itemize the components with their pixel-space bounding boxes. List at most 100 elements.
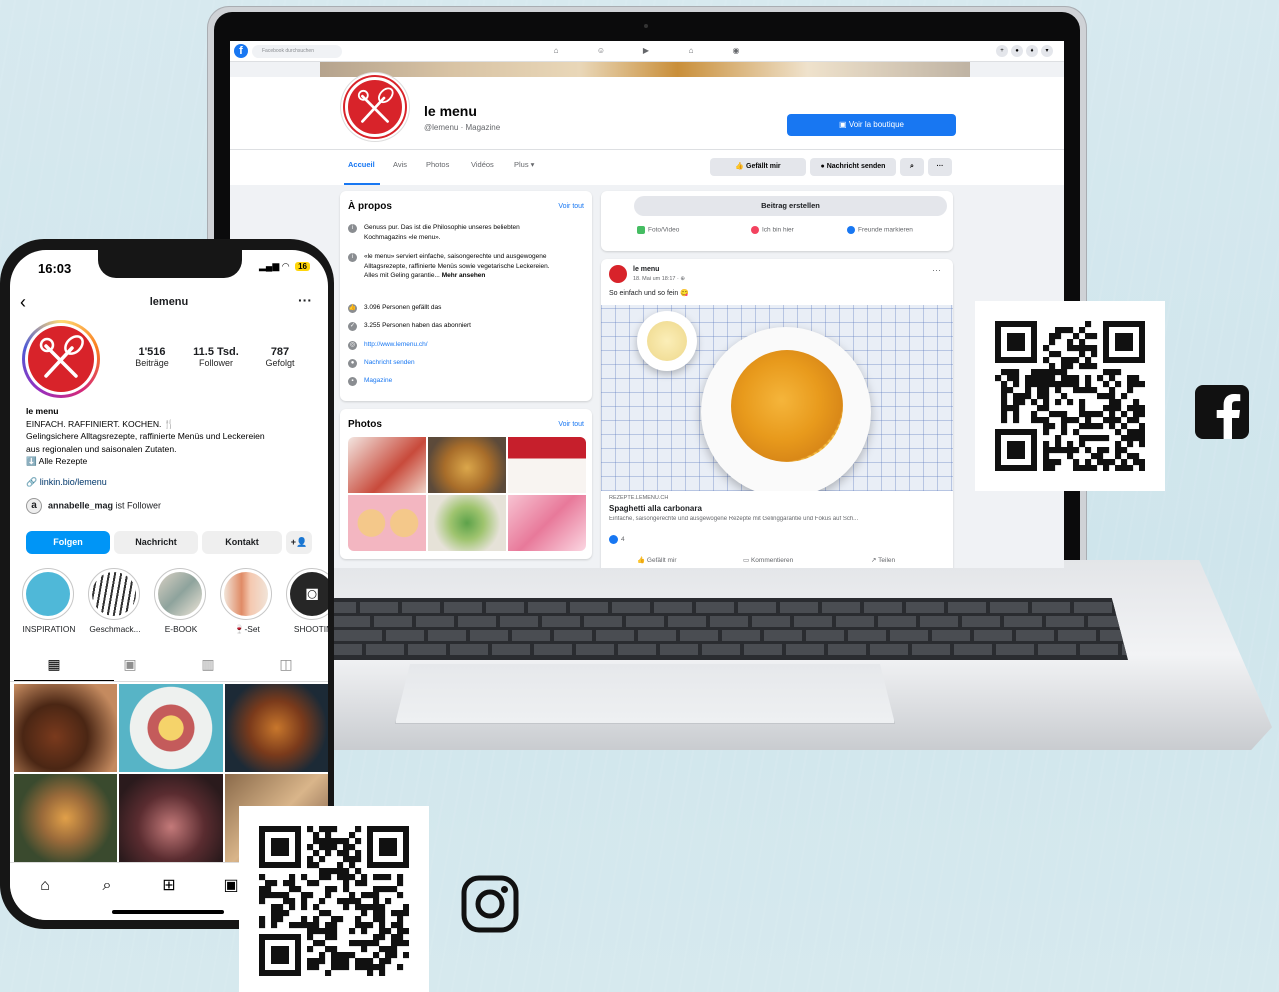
post-author[interactable]: le menu: [633, 266, 659, 273]
suggested-users-button[interactable]: +👤: [286, 531, 312, 554]
post-comment-button[interactable]: ▭ Kommentieren: [743, 556, 793, 564]
notifications-icon[interactable]: ♦: [1026, 45, 1038, 57]
tab-reviews[interactable]: Avis: [393, 160, 407, 169]
photo-thumbnail[interactable]: [428, 495, 506, 551]
tab-videos[interactable]: Vidéos: [471, 160, 494, 169]
post-thumbnail[interactable]: [119, 774, 223, 862]
grid-icon[interactable]: ▦: [44, 654, 64, 674]
photo-thumbnail[interactable]: [428, 437, 506, 493]
photo-thumbnail[interactable]: [508, 437, 586, 493]
about-row[interactable]: ● Nachricht senden: [348, 358, 560, 368]
bio-line: aus regionalen und saisonalen Zutaten.: [26, 443, 177, 454]
profile-avatar[interactable]: [22, 320, 100, 398]
stat-following[interactable]: 787 Gefolgt: [250, 346, 310, 368]
stat-followers[interactable]: 11.5 Tsd. Follower: [186, 346, 246, 368]
link-title[interactable]: Spaghetti alla carbonara: [609, 504, 702, 513]
highlight-wine-set[interactable]: 🍷-Set: [220, 568, 274, 635]
follower-avatar: a: [26, 498, 42, 514]
stat-posts[interactable]: 1'516 Beiträge: [122, 346, 182, 368]
profile-link[interactable]: 🔗 linkin.bio/lemenu: [26, 477, 107, 488]
post-thumbnail[interactable]: [14, 774, 118, 862]
add-post-icon[interactable]: ⊞: [158, 875, 180, 897]
post-thumbnail[interactable]: [224, 684, 328, 772]
facebook-qr-code[interactable]: [995, 321, 1145, 471]
tab-more[interactable]: Plus ▾: [514, 160, 534, 169]
profile-username: lemenu: [149, 296, 189, 308]
home-icon[interactable]: ⌂: [34, 875, 56, 897]
search-icon[interactable]: ⌕: [96, 875, 118, 897]
facebook-qr-code-card: [975, 301, 1165, 491]
contact-button[interactable]: Kontakt: [202, 531, 282, 554]
groups-icon[interactable]: ◉: [731, 46, 741, 56]
facebook-logo-icon[interactable]: f: [234, 44, 248, 58]
shop-button[interactable]: ▣ Voir la boutique: [787, 114, 956, 136]
bio-name: le menu: [26, 406, 59, 416]
photos-see-all-link[interactable]: Voir tout: [558, 421, 584, 428]
photo-thumbnail[interactable]: [348, 495, 426, 551]
highlight-geschmack[interactable]: Geschmack...: [88, 568, 142, 634]
photo-video-button[interactable]: Foto/Video: [637, 226, 679, 234]
home-icon[interactable]: ⌂: [551, 46, 561, 56]
about-row[interactable]: ▪ Magazine: [348, 376, 560, 386]
search-input[interactable]: Facebook durchsuchen: [252, 45, 342, 58]
post-share-button[interactable]: ↗ Teilen: [871, 556, 895, 564]
reactions-count[interactable]: 4: [609, 535, 625, 544]
tag-friends-button[interactable]: Freunde markieren: [847, 226, 913, 234]
highlight-inspiration[interactable]: INSPIRATION: [22, 568, 76, 634]
menu-icon[interactable]: +: [996, 45, 1008, 57]
instagram-qr-code[interactable]: [259, 826, 409, 976]
followed-by[interactable]: a annabelle_mag ist Follower: [26, 498, 161, 514]
about-row[interactable]: ◎ http://www.lemenu.ch/: [348, 340, 560, 350]
page-avatar[interactable]: [341, 73, 409, 141]
more-options-icon[interactable]: ···: [298, 292, 312, 308]
post-like-button[interactable]: 👍 Gefällt mir: [637, 556, 677, 564]
more-options-icon[interactable]: ···: [928, 158, 952, 176]
laptop-keyboard: [318, 598, 1128, 660]
category-icon: ▪: [348, 377, 357, 386]
camera-icon: ◙: [290, 572, 328, 616]
about-row: 👍 3.096 Personen gefällt das: [348, 304, 442, 313]
search-icon[interactable]: ⌕: [900, 158, 924, 176]
message-button[interactable]: Nachricht: [114, 531, 198, 554]
post-thumbnail[interactable]: [119, 684, 223, 772]
about-row: i Genuss pur. Das ist die Philosophie un…: [348, 223, 560, 242]
tab-photos[interactable]: Photos: [426, 160, 449, 169]
instagram-logo-icon[interactable]: [461, 875, 519, 933]
whisk-logo-icon: [357, 87, 394, 123]
post-options-icon[interactable]: ···: [932, 265, 941, 275]
cheese-bowl: [637, 311, 697, 371]
check-in-button[interactable]: Ich bin hier: [751, 226, 794, 234]
facebook-logo-icon[interactable]: [1195, 385, 1249, 439]
about-row: ✓ 3.255 Personen haben das abonniert: [348, 322, 471, 331]
like-page-button[interactable]: 👍 Gefällt mir: [710, 158, 806, 176]
post-image[interactable]: [601, 305, 953, 491]
phone-notch: [98, 250, 242, 278]
send-message-button[interactable]: ● Nachricht senden: [810, 158, 896, 176]
post-author-avatar[interactable]: [609, 265, 627, 283]
status-time: 16:03: [38, 261, 72, 276]
photo-thumbnail[interactable]: [348, 437, 426, 493]
about-see-all-link[interactable]: Voir tout: [558, 203, 584, 210]
messenger-icon[interactable]: ●: [1011, 45, 1023, 57]
tab-home[interactable]: Accueil: [348, 160, 375, 169]
marketplace-icon[interactable]: ⌂: [686, 46, 696, 56]
photos-title: Photos: [348, 419, 382, 430]
post-date[interactable]: 18. Mai um 18:17 · ⊕: [633, 276, 685, 282]
laptop-camera: [644, 24, 648, 28]
more-link[interactable]: Mehr ansehen: [442, 272, 486, 279]
create-post-button[interactable]: Beitrag erstellen: [634, 196, 947, 216]
highlight-ebook[interactable]: E-BOOK: [154, 568, 208, 634]
friends-icon[interactable]: ☺: [596, 46, 606, 56]
guides-icon[interactable]: ▥: [198, 654, 218, 674]
link-description[interactable]: Einfache, saisongerechte und ausgewogene…: [609, 516, 949, 522]
link-domain[interactable]: REZEPTE.LEMENU.CH: [609, 495, 668, 501]
post-thumbnail[interactable]: [14, 684, 118, 772]
photo-thumbnail[interactable]: [508, 495, 586, 551]
tagged-icon[interactable]: ◫: [276, 654, 296, 674]
watch-icon[interactable]: ▶: [641, 46, 651, 56]
reels-icon[interactable]: ▣: [120, 654, 140, 674]
account-icon[interactable]: ▾: [1041, 45, 1053, 57]
highlight-shooting[interactable]: ◙ SHOOTIN: [286, 568, 328, 634]
follow-icon: ✓: [348, 322, 357, 331]
follow-button[interactable]: Folgen: [26, 531, 110, 554]
